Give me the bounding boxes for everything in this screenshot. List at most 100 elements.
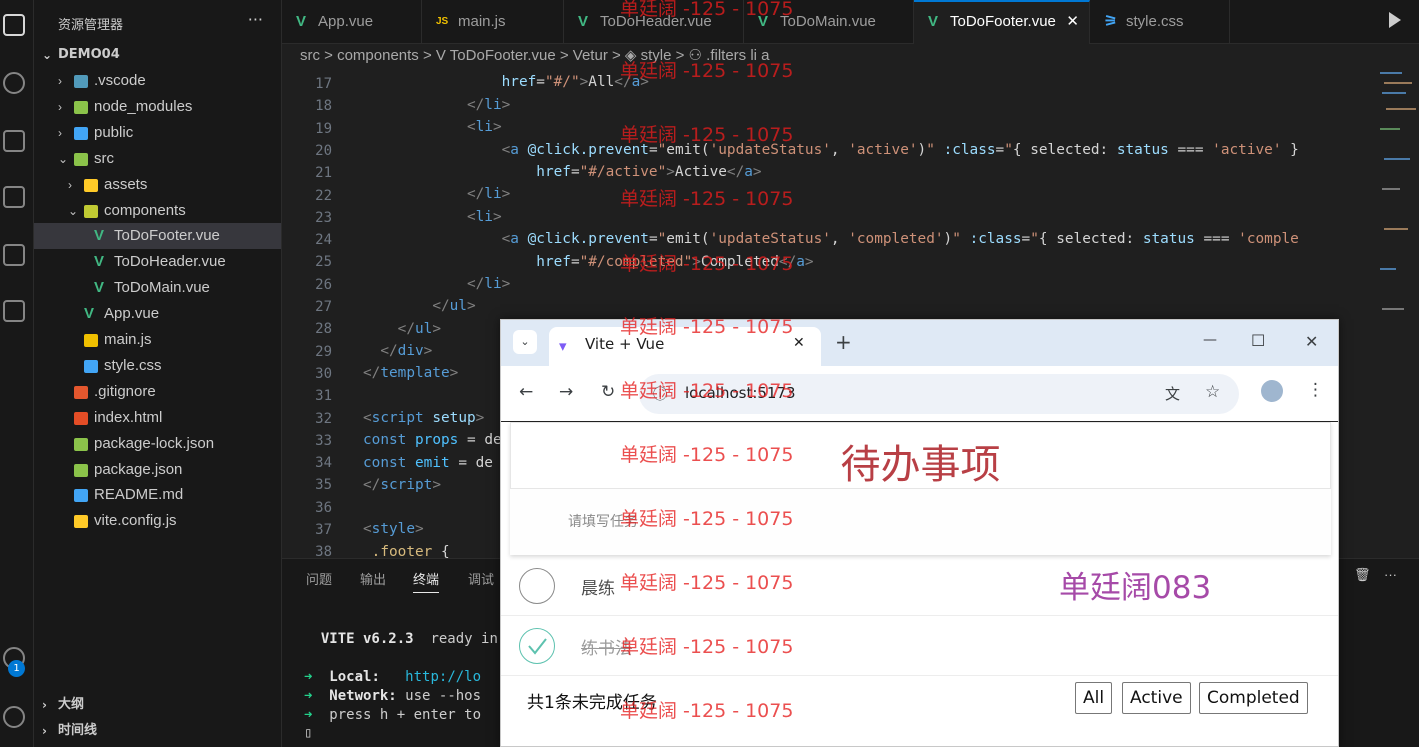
tree-item[interactable]: package-lock.json bbox=[34, 431, 281, 457]
tree-item[interactable]: README.md bbox=[34, 482, 281, 508]
tree-item[interactable]: .gitignore bbox=[34, 379, 281, 405]
settings-gear-icon[interactable] bbox=[3, 706, 25, 728]
tab-debug-console[interactable]: 调试 bbox=[468, 569, 494, 588]
code-line: .footer { bbox=[371, 544, 450, 558]
close-window-icon[interactable]: ✕ bbox=[1305, 332, 1318, 351]
tree-item[interactable]: ⌄ src bbox=[34, 146, 281, 172]
terminal-line: VITE v6.2.3 ready in bbox=[320, 631, 498, 647]
tab-label: ToDoFooter.vue bbox=[950, 13, 1056, 30]
breadcrumb[interactable]: src > components > V ToDoFooter.vue > Ve… bbox=[282, 44, 1372, 68]
terminal-cursor[interactable]: ▯ bbox=[304, 725, 312, 741]
tree-item[interactable]: V ToDoFooter.vue bbox=[34, 223, 281, 250]
profile-avatar[interactable] bbox=[1261, 380, 1283, 402]
tree-item[interactable]: V ToDoHeader.vue bbox=[34, 249, 281, 275]
outline-label: 大纲 bbox=[58, 697, 85, 712]
code-line: <a @click.prevent="emit('updateStatus', … bbox=[501, 231, 1299, 247]
tab-todofooter-vue[interactable]: V ToDoFooter.vue ✕ bbox=[914, 0, 1090, 44]
line-number: 29 bbox=[315, 343, 332, 360]
project-root[interactable]: ⌄ DEMO04 bbox=[34, 42, 281, 68]
close-tab-icon[interactable]: ✕ bbox=[1066, 2, 1079, 42]
source-control-icon[interactable] bbox=[3, 130, 25, 152]
watermark-text: 单廷阔 -125 - 1075 bbox=[620, 124, 794, 146]
tab-label: main.js bbox=[458, 13, 506, 30]
new-tab-icon[interactable]: + bbox=[835, 330, 852, 354]
close-tab-icon[interactable]: ✕ bbox=[793, 335, 805, 351]
tab-output[interactable]: 输出 bbox=[360, 569, 386, 588]
watermark-text: 单廷阔 -125 - 1075 bbox=[620, 188, 794, 210]
explorer-more-actions-icon[interactable]: ··· bbox=[248, 10, 263, 29]
line-number: 27 bbox=[315, 299, 332, 315]
more-actions-icon[interactable]: ··· bbox=[1384, 567, 1397, 582]
search-icon[interactable] bbox=[3, 72, 25, 94]
explorer-icon[interactable] bbox=[3, 14, 25, 36]
back-icon[interactable]: ← bbox=[519, 382, 533, 402]
extensions-icon[interactable] bbox=[3, 244, 25, 266]
filter-completed-button[interactable]: Completed bbox=[1199, 682, 1308, 714]
file-type-icon bbox=[74, 385, 88, 399]
tab-search-dropdown-icon[interactable]: ⌄ bbox=[513, 330, 537, 354]
chevron-right-icon: › bbox=[42, 698, 47, 712]
minimize-icon[interactable]: — bbox=[1203, 332, 1217, 348]
code-line: <li> bbox=[466, 209, 502, 225]
tree-item[interactable]: index.html bbox=[34, 405, 281, 431]
trash-icon[interactable]: 🗑 bbox=[1354, 567, 1371, 583]
line-number: 21 bbox=[315, 165, 332, 182]
tab-terminal[interactable]: 终端 bbox=[413, 569, 440, 593]
tree-item[interactable]: › public bbox=[34, 120, 281, 146]
chevron-right-icon: › bbox=[58, 74, 62, 88]
run-icon[interactable] bbox=[1389, 12, 1401, 28]
tree-item-label: index.html bbox=[94, 408, 163, 426]
filter-active-button[interactable]: Active bbox=[1122, 682, 1191, 714]
file-type-icon bbox=[74, 126, 88, 140]
browser-menu-icon[interactable]: ⋮ bbox=[1307, 380, 1324, 400]
tree-item[interactable]: › node_modules bbox=[34, 94, 281, 120]
tree-item[interactable]: › assets bbox=[34, 172, 281, 198]
todo-toggle-checkbox[interactable] bbox=[519, 568, 555, 604]
minimap[interactable] bbox=[1372, 68, 1419, 558]
chevron-down-icon: ⌄ bbox=[68, 203, 79, 218]
tree-item[interactable]: style.css bbox=[34, 353, 281, 379]
tab-style-css[interactable]: ⚞ style.css bbox=[1090, 0, 1230, 44]
line-number: 24 bbox=[315, 232, 332, 249]
chevron-right-icon: › bbox=[58, 125, 62, 140]
tree-item-label: components bbox=[104, 201, 186, 219]
tab-main-js[interactable]: JS main.js bbox=[422, 0, 564, 44]
remote-explorer-icon[interactable] bbox=[3, 300, 25, 322]
tab-app-vue[interactable]: V App.vue bbox=[282, 0, 422, 44]
bookmark-star-icon[interactable]: ☆ bbox=[1205, 382, 1220, 402]
line-number: 32 bbox=[315, 410, 332, 427]
tree-item[interactable]: V ToDoMain.vue bbox=[34, 275, 281, 301]
todo-toggle-checkbox[interactable] bbox=[519, 628, 555, 664]
tree-item-label: .gitignore bbox=[94, 382, 156, 400]
js-file-icon: JS bbox=[436, 16, 449, 27]
line-number: 22 bbox=[315, 187, 332, 204]
forward-icon[interactable]: → bbox=[559, 382, 573, 402]
tab-problems[interactable]: 问题 bbox=[306, 569, 332, 588]
tree-item-label: public bbox=[94, 123, 134, 141]
reload-icon[interactable]: ↻ bbox=[601, 382, 615, 402]
file-type-icon bbox=[84, 359, 98, 373]
tree-item[interactable]: ⌄ components bbox=[34, 198, 281, 224]
account-badge: 1 bbox=[8, 660, 25, 677]
filter-all-button[interactable]: All bbox=[1075, 682, 1113, 714]
tree-item[interactable]: vite.config.js bbox=[34, 508, 281, 534]
code-line: </li> bbox=[466, 97, 511, 113]
line-number: 28 bbox=[315, 321, 332, 338]
code-line: const emit = de bbox=[363, 455, 493, 471]
line-number: 31 bbox=[315, 388, 332, 405]
code-line: <li> bbox=[466, 119, 502, 135]
tree-item[interactable]: package.json bbox=[34, 457, 281, 483]
explorer-title: 资源管理器 bbox=[58, 18, 124, 33]
code-line: </ul> bbox=[397, 321, 441, 337]
timeline-section[interactable]: › 时间线 bbox=[34, 718, 281, 744]
tree-item[interactable]: V App.vue bbox=[34, 301, 281, 327]
tree-item[interactable]: main.js bbox=[34, 327, 281, 353]
maximize-icon[interactable]: ☐ bbox=[1251, 331, 1265, 350]
tree-item-label: README.md bbox=[94, 486, 184, 504]
tree-item[interactable]: › .vscode bbox=[34, 68, 281, 94]
line-number: 18 bbox=[315, 98, 332, 115]
editor-tabs: V App.vue JS main.js V ToDoHeader.vue V … bbox=[282, 0, 1419, 44]
translate-icon[interactable]: 文 bbox=[1165, 383, 1180, 404]
outline-section[interactable]: › 大纲 bbox=[34, 692, 281, 718]
run-debug-icon[interactable] bbox=[3, 186, 25, 208]
